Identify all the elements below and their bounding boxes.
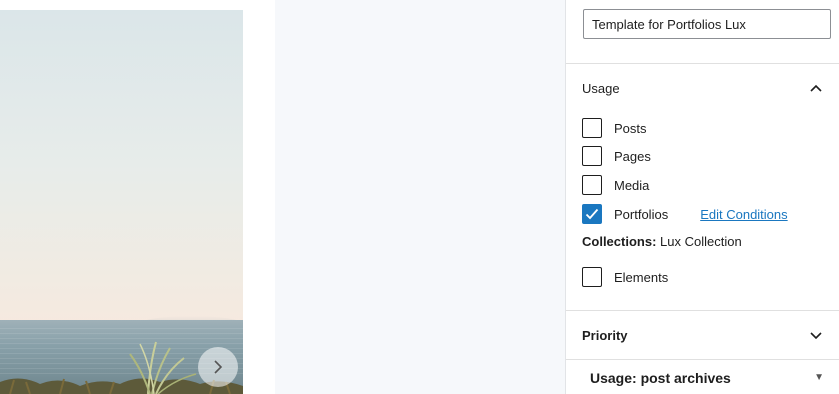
portfolios-label: Portfolios [614, 206, 669, 222]
settings-sidebar: Usage Posts Pages Media Portfolios Edit … [565, 0, 839, 394]
carousel-next-button[interactable] [198, 347, 238, 387]
usage-option-media: Media [582, 175, 649, 195]
editor-canvas [275, 0, 565, 394]
post-archives-panel-toggle[interactable]: Usage: post archives ▼ [566, 361, 839, 394]
edit-conditions-link[interactable]: Edit Conditions [700, 207, 787, 222]
template-title-input[interactable] [583, 9, 831, 39]
priority-panel-toggle[interactable]: Priority [566, 311, 839, 359]
priority-panel-title: Priority [582, 327, 628, 343]
usage-option-elements: Elements [582, 267, 668, 287]
collections-label: Collections: [582, 234, 657, 249]
elements-checkbox[interactable] [582, 267, 602, 287]
elements-label: Elements [614, 269, 669, 285]
chevron-up-icon [808, 80, 824, 96]
usage-option-pages: Pages [582, 146, 651, 166]
chevron-down-icon [808, 327, 824, 343]
pages-label: Pages [614, 148, 651, 164]
pages-checkbox[interactable] [582, 146, 602, 166]
portfolios-checkbox[interactable] [582, 204, 602, 224]
collections-value: Lux Collection [656, 234, 742, 249]
triangle-down-icon: ▼ [814, 372, 824, 383]
posts-checkbox[interactable] [582, 118, 602, 138]
posts-label: Posts [614, 120, 647, 136]
usage-option-portfolios: Portfolios Edit Conditions [582, 204, 788, 224]
usage-panel-title: Usage [582, 80, 620, 96]
post-archives-title: Usage: post archives [590, 369, 731, 386]
media-checkbox[interactable] [582, 175, 602, 195]
gutter [243, 0, 275, 394]
preview-image [0, 10, 243, 394]
usage-option-posts: Posts [582, 118, 647, 138]
usage-panel-toggle[interactable]: Usage [566, 64, 839, 112]
media-label: Media [614, 177, 650, 193]
collections-summary: Collections: Lux Collection [582, 234, 742, 249]
checkmark-icon [585, 208, 599, 220]
chevron-right-icon [214, 360, 223, 374]
divider [566, 359, 839, 360]
